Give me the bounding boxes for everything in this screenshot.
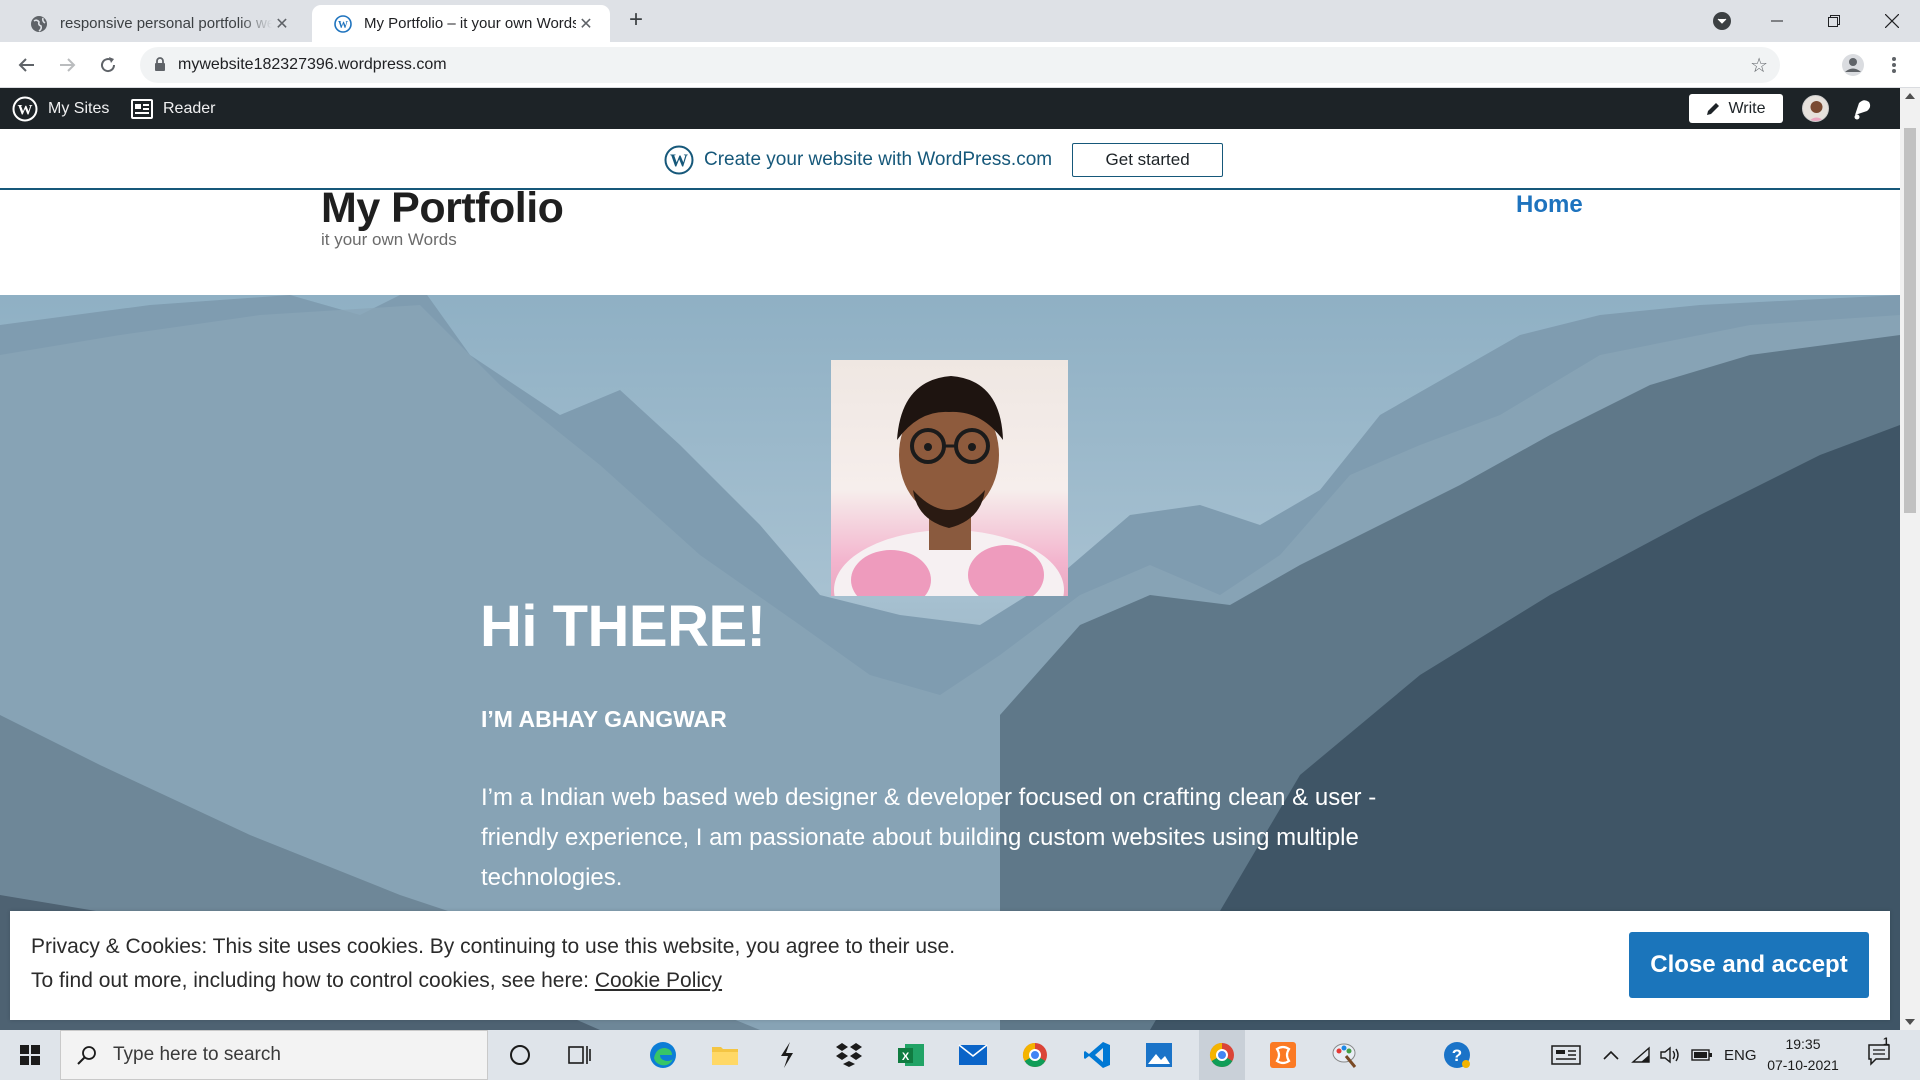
site-tagline: it your own Words	[321, 230, 457, 249]
clock-date: 07-10-2021	[1767, 1057, 1839, 1073]
address-bar[interactable]: mywebsite182327396.wordpress.com ☆	[140, 47, 1780, 83]
scroll-down-arrow-icon[interactable]	[1905, 1019, 1915, 1025]
back-button[interactable]	[13, 51, 41, 79]
reload-button[interactable]	[94, 51, 122, 79]
reader-menu[interactable]: Reader	[131, 88, 215, 129]
url-text: mywebsite182327396.wordpress.com	[178, 56, 447, 73]
chrome-taskbar-active[interactable]	[1199, 1030, 1245, 1080]
site-title[interactable]: My Portfolio	[321, 184, 564, 233]
volume-icon[interactable]	[1660, 1030, 1682, 1080]
forward-button[interactable]	[53, 51, 81, 79]
notifications-bell-icon[interactable]	[1850, 97, 1874, 126]
scroll-thumb[interactable]	[1904, 128, 1916, 513]
language-indicator[interactable]: ENG	[1724, 1030, 1757, 1080]
avatar[interactable]	[1802, 95, 1829, 122]
cookie-consent-bar: Privacy & Cookies: This site uses cookie…	[10, 911, 1890, 1020]
system-clock[interactable]: 19:35 07-10-2021	[1755, 1034, 1851, 1076]
write-button[interactable]: Write	[1689, 94, 1783, 123]
battery-icon[interactable]	[1691, 1030, 1713, 1080]
photos-icon[interactable]	[1143, 1039, 1175, 1071]
file-explorer-icon[interactable]	[709, 1039, 741, 1071]
write-label: Write	[1728, 99, 1766, 117]
promo-text: Create your website with WordPress.com	[704, 149, 1053, 170]
profile-icon[interactable]	[1839, 51, 1867, 79]
show-hidden-icons-chevron-up-icon[interactable]	[1603, 1030, 1619, 1080]
my-sites-label: My Sites	[48, 99, 110, 117]
windows-logo-icon	[20, 1045, 40, 1065]
wordpress-logo-icon: W	[664, 145, 694, 175]
cortana-icon[interactable]	[504, 1039, 536, 1071]
wifi-icon[interactable]	[1631, 1030, 1651, 1080]
my-sites-menu[interactable]: W My Sites	[12, 88, 109, 129]
svg-text:X: X	[902, 1051, 910, 1063]
menu-kebab-icon[interactable]	[1880, 51, 1908, 79]
dropbox-icon[interactable]	[833, 1039, 865, 1071]
tab-search-icon[interactable]	[1694, 0, 1750, 42]
svg-text:?: ?	[1452, 1046, 1462, 1065]
browser-tab-active[interactable]: W My Portfolio – it your own Words ✕	[312, 5, 610, 42]
chrome-profile-icon[interactable]	[1019, 1039, 1051, 1071]
touch-keyboard-icon[interactable]	[1551, 1030, 1581, 1080]
hero-name: I’M ABHAY GANGWAR	[481, 706, 727, 732]
site-header: My Portfolio it your own Words Home	[0, 184, 1900, 295]
wordpress-icon: W	[334, 14, 352, 33]
close-tab-icon[interactable]: ✕	[272, 14, 292, 34]
new-tab-button[interactable]: +	[622, 6, 650, 34]
close-tab-icon[interactable]: ✕	[576, 14, 596, 34]
profile-photo	[831, 360, 1068, 596]
windows-taskbar: Type here to search X ? ENG 19:35 07-10-…	[0, 1030, 1920, 1080]
search-icon	[77, 1046, 96, 1065]
hero-intro: I’m a Indian web based web designer & de…	[481, 784, 1377, 891]
bookmark-star-icon[interactable]: ☆	[1750, 53, 1768, 78]
close-and-accept-button[interactable]: Close and accept	[1629, 932, 1869, 998]
nav-link-home[interactable]: Home	[1516, 191, 1583, 219]
hero-greeting: Hi THERE!	[480, 594, 766, 659]
xampp-icon[interactable]	[1267, 1039, 1299, 1071]
wordpress-icon: W	[12, 96, 38, 121]
tab-title: My Portfolio – it your own Words	[364, 15, 576, 32]
vscode-icon[interactable]	[1081, 1039, 1113, 1071]
close-window-button[interactable]	[1864, 0, 1920, 42]
pen-icon	[1707, 102, 1720, 115]
page-scrollbar[interactable]	[1900, 88, 1920, 1030]
cookie-policy-link[interactable]: Cookie Policy	[595, 969, 722, 992]
action-center-icon[interactable]: 1	[1868, 1030, 1892, 1080]
reader-icon	[131, 98, 153, 119]
cookie-text-prefix: To find out more, including how to contr…	[31, 969, 595, 992]
reader-label: Reader	[163, 99, 216, 117]
globe-icon	[31, 15, 47, 32]
excel-icon[interactable]: X	[895, 1039, 927, 1071]
start-button[interactable]	[0, 1030, 60, 1080]
lock-icon	[155, 57, 165, 71]
browser-tab-strip: responsive personal portfolio website ✕ …	[0, 0, 1920, 42]
taskbar-search-input[interactable]: Type here to search	[60, 1030, 488, 1080]
edge-icon[interactable]	[647, 1039, 679, 1071]
help-icon[interactable]: ?	[1441, 1039, 1473, 1071]
wp-admin-bar: W My Sites Reader Write	[0, 88, 1920, 129]
svg-text:W: W	[670, 151, 688, 171]
cookie-text-line1: Privacy & Cookies: This site uses cookie…	[31, 935, 956, 958]
clock-time: 19:35	[1785, 1036, 1821, 1052]
slack-like-app-icon[interactable]	[771, 1039, 803, 1071]
search-placeholder: Type here to search	[113, 1044, 281, 1065]
cookie-text-line2: To find out more, including how to contr…	[31, 969, 722, 993]
get-started-button[interactable]: Get started	[1072, 143, 1224, 177]
scroll-up-arrow-icon[interactable]	[1905, 93, 1915, 99]
task-view-icon[interactable]	[564, 1039, 596, 1071]
browser-toolbar: mywebsite182327396.wordpress.com ☆	[0, 42, 1920, 88]
browser-tab-inactive[interactable]: responsive personal portfolio website ✕	[8, 5, 306, 42]
wpcom-promo-banner: W Create your website with WordPress.com…	[0, 129, 1900, 190]
tab-title: responsive personal portfolio website	[60, 15, 272, 32]
svg-text:W: W	[338, 20, 348, 31]
chrome-icon	[1209, 1043, 1234, 1068]
paint-icon[interactable]	[1329, 1039, 1361, 1071]
notification-count: 1	[1883, 1036, 1890, 1048]
minimize-button[interactable]	[1749, 0, 1805, 42]
maximize-button[interactable]	[1806, 0, 1862, 42]
mail-icon[interactable]	[957, 1039, 989, 1071]
svg-text:W: W	[18, 102, 33, 118]
